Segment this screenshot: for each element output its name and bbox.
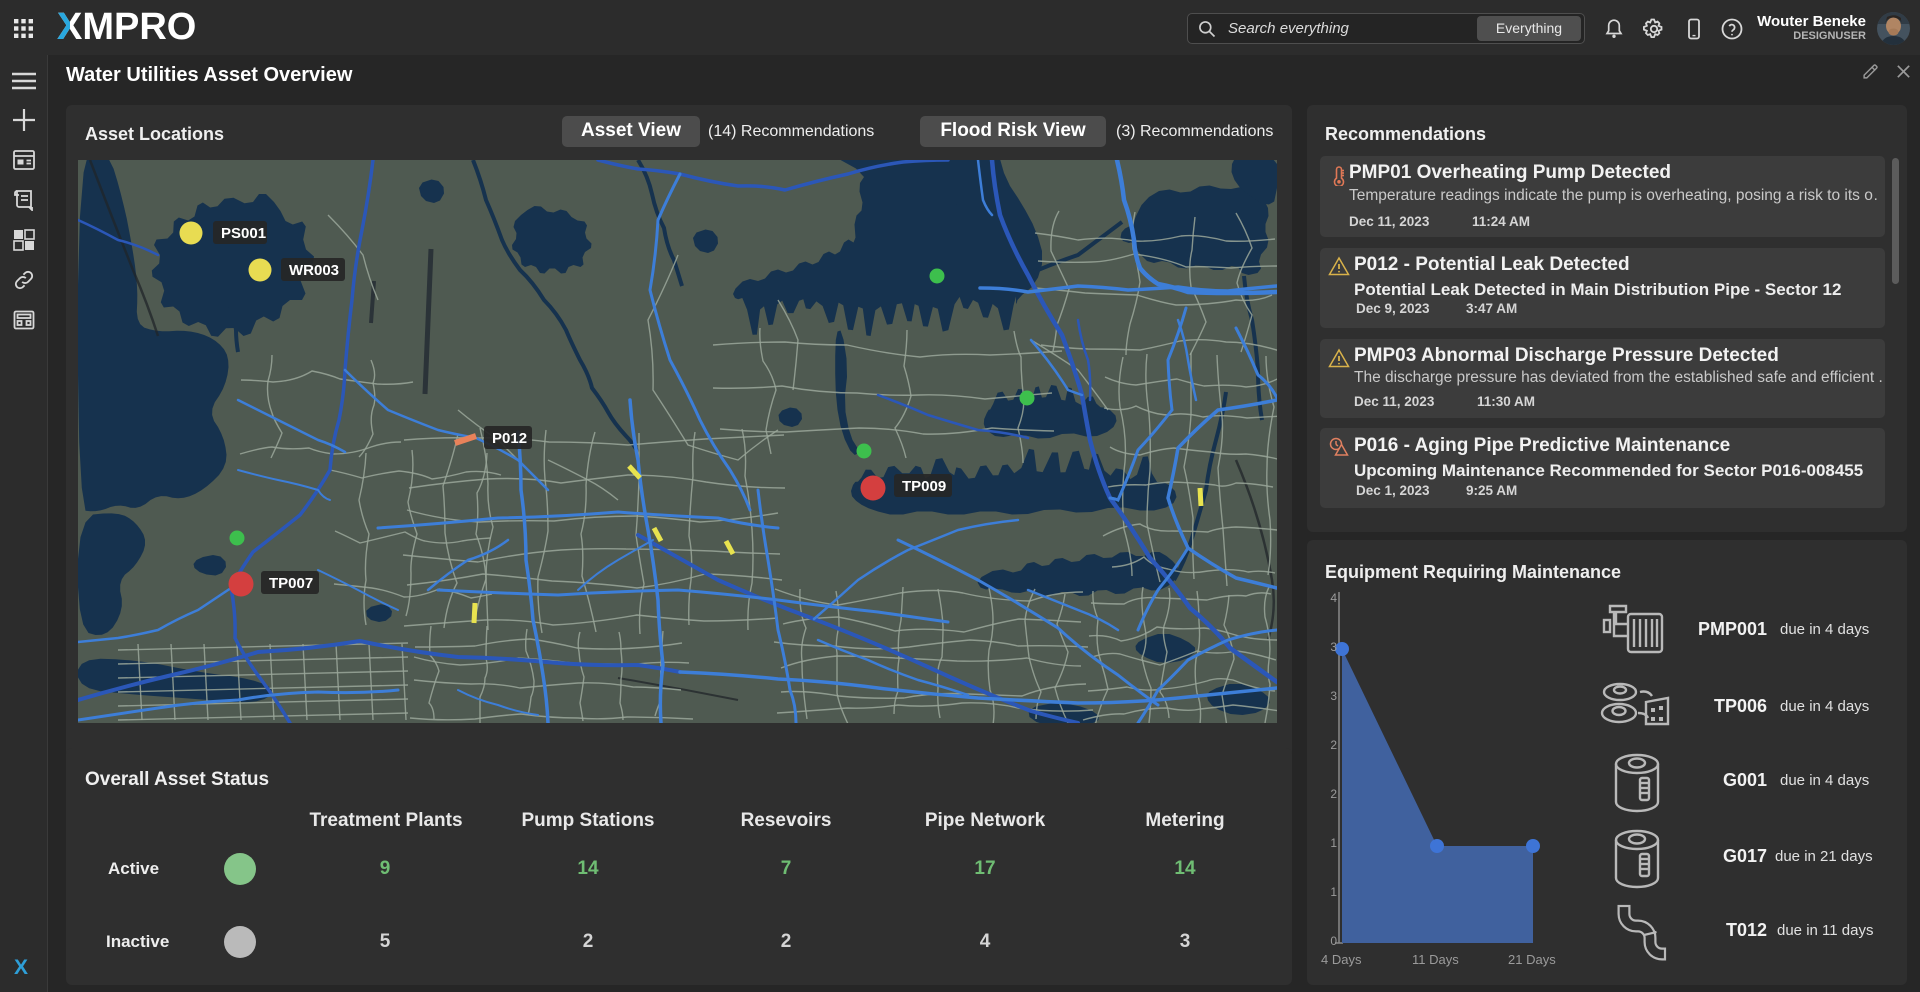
svg-text:XMPRO: XMPRO [57,9,196,45]
svg-text:WR003: WR003 [289,262,339,279]
svg-text:TP009: TP009 [902,478,946,495]
svg-text:X: X [14,956,28,979]
svg-text:PS001: PS001 [221,225,266,242]
svg-text:P012: P012 [492,430,527,447]
svg-text:TP007: TP007 [269,575,313,592]
